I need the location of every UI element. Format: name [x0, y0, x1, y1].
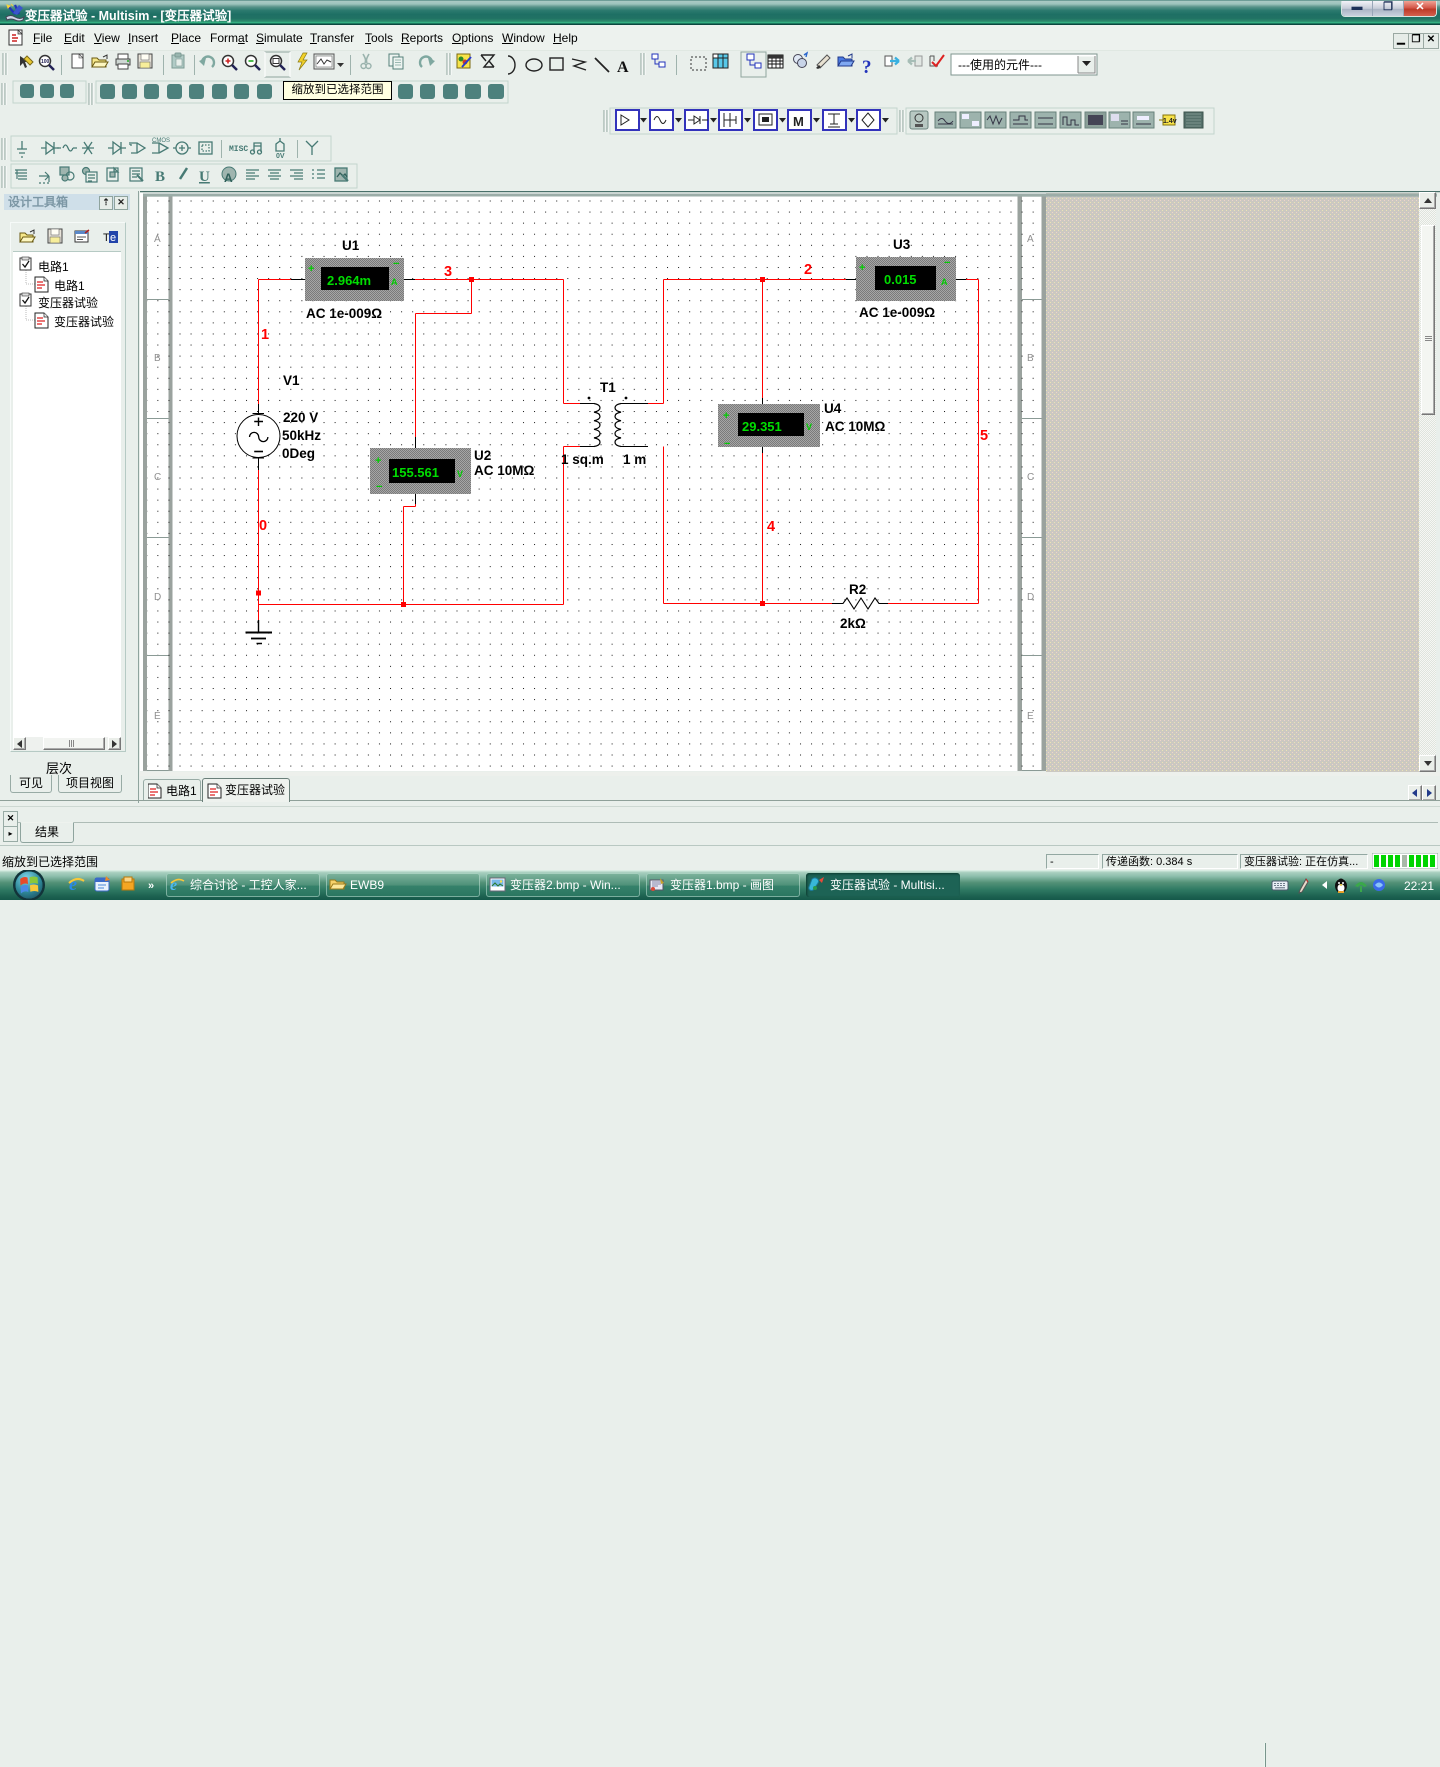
svg-text:MISC: MISC — [229, 145, 248, 154]
svg-text:100: 100 — [41, 59, 50, 65]
svg-text:1 sq.m: 1 sq.m — [561, 452, 604, 467]
svg-text:A: A — [154, 234, 161, 245]
svg-text:e: e — [69, 875, 77, 894]
svg-text:2.964m: 2.964m — [327, 273, 371, 288]
svg-text:U: U — [199, 169, 210, 185]
svg-text:+: + — [723, 410, 729, 422]
svg-text:A: A — [617, 59, 629, 76]
svg-text:+: + — [308, 263, 314, 275]
svg-text:?: ? — [862, 57, 872, 78]
svg-text:D: D — [1027, 592, 1034, 603]
svg-text:B: B — [1027, 353, 1034, 364]
svg-text:V: V — [457, 469, 463, 479]
svg-text:−: − — [724, 438, 730, 450]
svg-text:A: A — [941, 277, 948, 287]
svg-text:AC 10MΩ: AC 10MΩ — [474, 463, 535, 478]
svg-text:V: V — [806, 422, 812, 432]
svg-text:220 V: 220 V — [283, 410, 318, 425]
svg-text:29.351: 29.351 — [742, 419, 782, 434]
svg-text:−: − — [944, 257, 950, 269]
svg-text:2: 2 — [804, 262, 812, 278]
svg-text:U2: U2 — [474, 448, 491, 463]
svg-text:5: 5 — [980, 428, 988, 444]
svg-text:R2: R2 — [849, 582, 866, 597]
svg-text:T: T — [103, 232, 110, 244]
svg-text:+: + — [859, 262, 865, 274]
svg-text:0: 0 — [259, 518, 267, 534]
svg-text:C: C — [154, 472, 161, 483]
svg-text:V1: V1 — [283, 373, 300, 388]
svg-text:1.4v: 1.4v — [1163, 118, 1177, 125]
svg-text:A: A — [1027, 234, 1034, 245]
svg-text:−: − — [393, 258, 399, 270]
svg-text:D: D — [154, 592, 161, 603]
svg-text:2kΩ: 2kΩ — [840, 616, 866, 631]
svg-text:U1: U1 — [342, 238, 360, 253]
svg-text:1 m: 1 m — [623, 452, 646, 467]
svg-text:−: − — [376, 481, 382, 493]
svg-text:E: E — [154, 711, 161, 722]
svg-text:AC 1e-009Ω: AC 1e-009Ω — [859, 305, 935, 320]
svg-text:CMOS: CMOS — [152, 138, 170, 144]
svg-text:+: + — [375, 455, 381, 467]
svg-text:4: 4 — [767, 519, 775, 535]
svg-text:0Deg: 0Deg — [282, 446, 315, 461]
svg-text:A: A — [391, 277, 398, 287]
svg-text:»: » — [148, 880, 154, 892]
svg-text:U3: U3 — [893, 237, 911, 252]
svg-text:U4: U4 — [824, 401, 842, 416]
svg-text:3: 3 — [444, 264, 452, 280]
svg-text:E: E — [1027, 711, 1034, 722]
svg-text:0.015: 0.015 — [884, 272, 917, 287]
svg-text:T1: T1 — [600, 380, 616, 395]
svg-text:AC 1e-009Ω: AC 1e-009Ω — [306, 306, 382, 321]
svg-text:M: M — [793, 114, 804, 129]
svg-text:C: C — [1027, 472, 1034, 483]
svg-text:1: 1 — [261, 327, 269, 343]
svg-text:0V: 0V — [276, 153, 285, 160]
svg-text:B: B — [154, 353, 161, 364]
svg-text:e: e — [110, 232, 116, 244]
svg-text:155.561: 155.561 — [392, 465, 439, 480]
svg-text:50kHz: 50kHz — [282, 428, 321, 443]
svg-text:---使用的元件---: ---使用的元件--- — [958, 57, 1042, 72]
svg-text:AC 10MΩ: AC 10MΩ — [825, 419, 886, 434]
svg-text:A: A — [224, 171, 233, 185]
svg-text:B: B — [155, 169, 165, 185]
